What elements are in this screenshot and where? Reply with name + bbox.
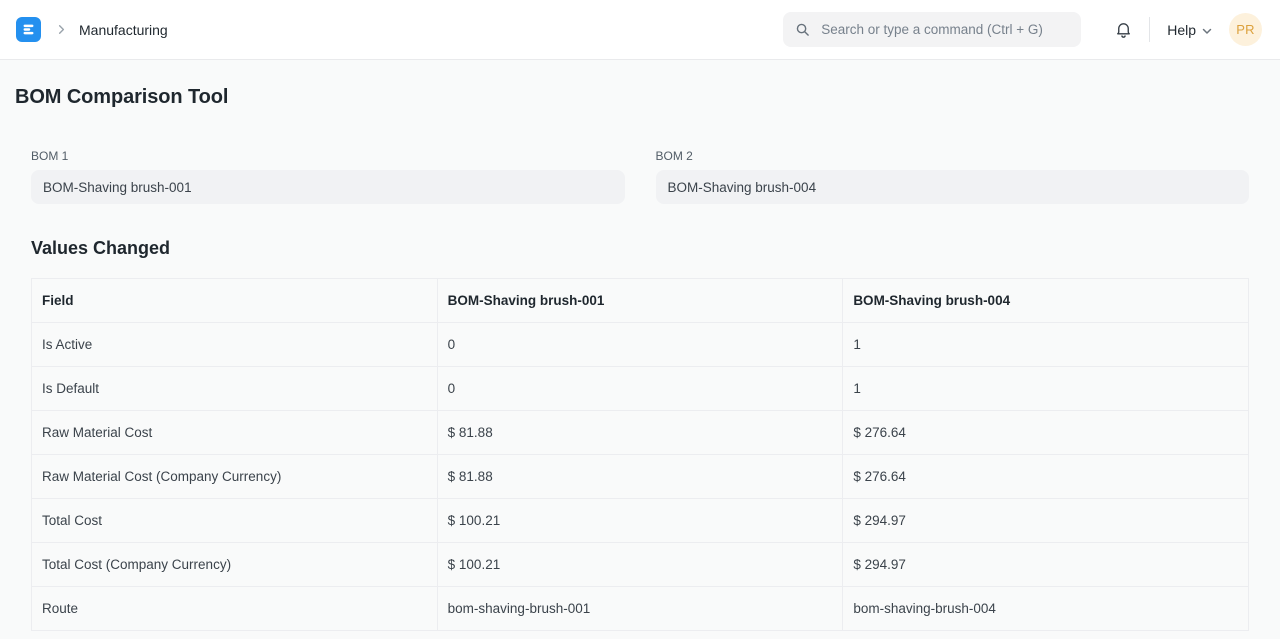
- comparison-table-body: Is Active01Is Default01Raw Material Cost…: [32, 323, 1249, 631]
- value-cell: $ 100.21: [437, 499, 843, 543]
- section-title-values-changed: Values Changed: [31, 238, 1249, 259]
- value-cell: 0: [437, 367, 843, 411]
- field-name-cell: Total Cost: [32, 499, 438, 543]
- navbar: Manufacturing Help PR: [0, 0, 1280, 60]
- table-row: Is Default01: [32, 367, 1249, 411]
- field-name-cell: Raw Material Cost (Company Currency): [32, 455, 438, 499]
- table-row: Raw Material Cost$ 81.88$ 276.64: [32, 411, 1249, 455]
- column-header-bom1: BOM-Shaving brush-001: [437, 279, 843, 323]
- app-logo[interactable]: [16, 17, 41, 42]
- bom1-input[interactable]: BOM-Shaving brush-001: [31, 170, 625, 204]
- table-row: Total Cost$ 100.21$ 294.97: [32, 499, 1249, 543]
- navbar-right: Help PR: [783, 12, 1262, 47]
- bom2-input[interactable]: BOM-Shaving brush-004: [656, 170, 1250, 204]
- help-menu-label: Help: [1167, 22, 1196, 38]
- value-cell: 1: [843, 323, 1249, 367]
- bom1-label: BOM 1: [31, 149, 625, 164]
- chevron-right-icon: [54, 22, 69, 37]
- value-cell: bom-shaving-brush-004: [843, 587, 1249, 631]
- column-header-bom2: BOM-Shaving brush-004: [843, 279, 1249, 323]
- page-container: BOM Comparison Tool BOM 1 BOM-Shaving br…: [0, 60, 1280, 631]
- global-search[interactable]: [783, 12, 1081, 47]
- navbar-divider: [1149, 17, 1150, 42]
- bom2-field: BOM 2 BOM-Shaving brush-004: [656, 149, 1250, 204]
- bell-icon: [1114, 20, 1133, 39]
- avatar-initials: PR: [1236, 22, 1254, 37]
- breadcrumb[interactable]: Manufacturing: [79, 22, 168, 38]
- field-name-cell: Total Cost (Company Currency): [32, 543, 438, 587]
- value-cell: $ 81.88: [437, 455, 843, 499]
- value-cell: 0: [437, 323, 843, 367]
- value-cell: $ 294.97: [843, 543, 1249, 587]
- value-cell: $ 276.64: [843, 411, 1249, 455]
- value-cell: 1: [843, 367, 1249, 411]
- table-row: Raw Material Cost (Company Currency)$ 81…: [32, 455, 1249, 499]
- field-name-cell: Is Default: [32, 367, 438, 411]
- column-header-field: Field: [32, 279, 438, 323]
- field-name-cell: Raw Material Cost: [32, 411, 438, 455]
- bom-fields-row: BOM 1 BOM-Shaving brush-001 BOM 2 BOM-Sh…: [31, 149, 1249, 204]
- table-row: Total Cost (Company Currency)$ 100.21$ 2…: [32, 543, 1249, 587]
- chevron-down-icon: [1201, 23, 1213, 37]
- value-cell: $ 100.21: [437, 543, 843, 587]
- table-header-row: Field BOM-Shaving brush-001 BOM-Shaving …: [32, 279, 1249, 323]
- bom2-label: BOM 2: [656, 149, 1250, 164]
- value-cell: $ 276.64: [843, 455, 1249, 499]
- value-cell: $ 81.88: [437, 411, 843, 455]
- search-input[interactable]: [819, 21, 1069, 38]
- help-menu[interactable]: Help: [1167, 22, 1213, 38]
- form-area: BOM 1 BOM-Shaving brush-001 BOM 2 BOM-Sh…: [31, 149, 1249, 631]
- field-name-cell: Is Active: [32, 323, 438, 367]
- value-cell: $ 294.97: [843, 499, 1249, 543]
- page-title: BOM Comparison Tool: [15, 86, 1265, 109]
- erpnext-logo-icon: [20, 21, 37, 38]
- table-row: Routebom-shaving-brush-001bom-shaving-br…: [32, 587, 1249, 631]
- value-cell: bom-shaving-brush-001: [437, 587, 843, 631]
- bom1-field: BOM 1 BOM-Shaving brush-001: [31, 149, 625, 204]
- field-name-cell: Route: [32, 587, 438, 631]
- search-icon: [795, 22, 810, 37]
- comparison-table: Field BOM-Shaving brush-001 BOM-Shaving …: [31, 278, 1249, 631]
- notifications-button[interactable]: [1114, 20, 1133, 39]
- user-avatar[interactable]: PR: [1229, 13, 1262, 46]
- table-row: Is Active01: [32, 323, 1249, 367]
